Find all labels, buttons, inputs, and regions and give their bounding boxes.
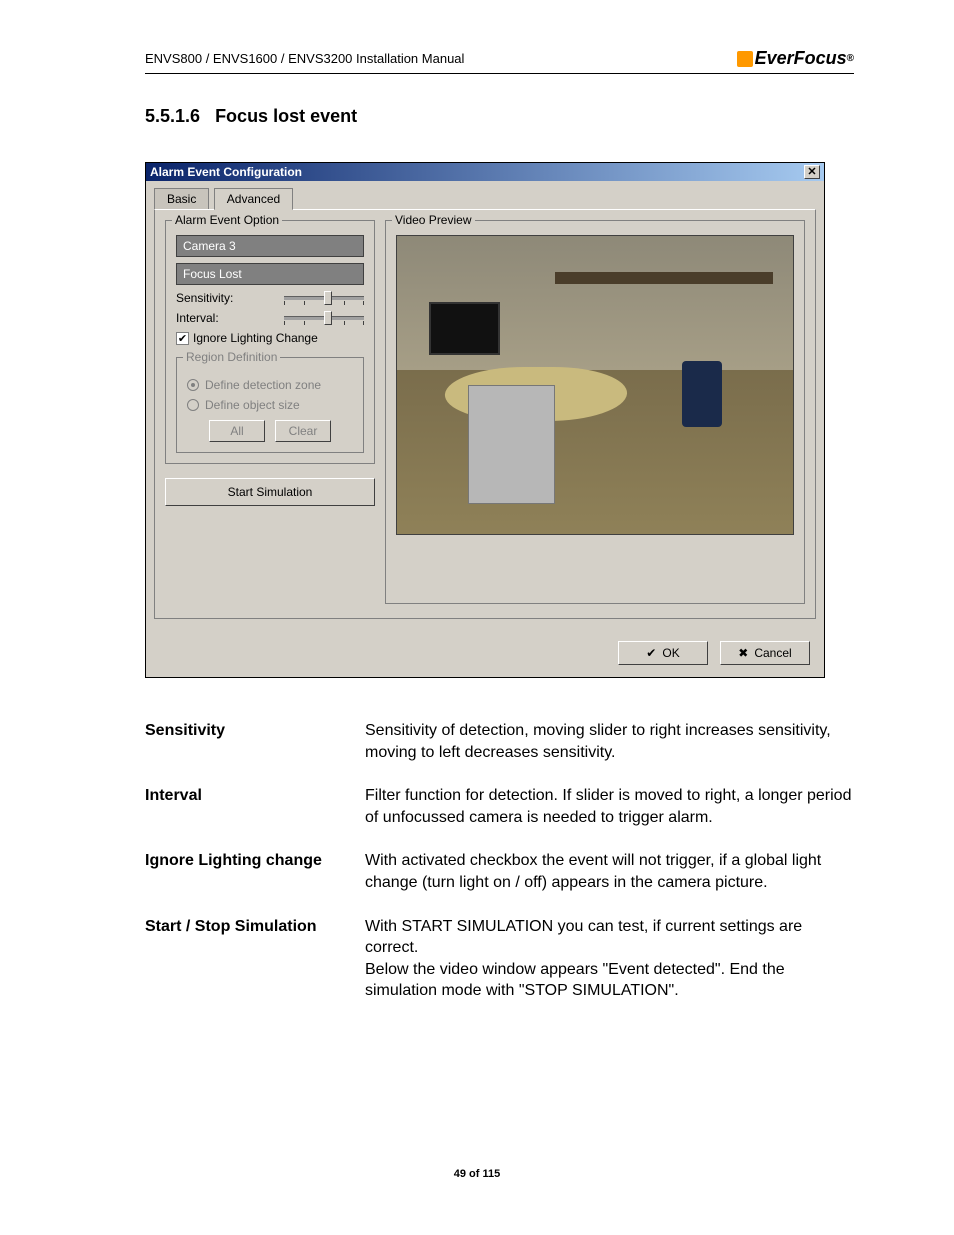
- close-icon[interactable]: ✕: [804, 165, 820, 179]
- alarm-group-legend: Alarm Event Option: [172, 213, 282, 227]
- tab-basic[interactable]: Basic: [154, 188, 209, 209]
- all-button: All: [209, 420, 265, 442]
- def-desc: With START SIMULATION you can test, if c…: [365, 916, 855, 1002]
- interval-label: Interval:: [176, 311, 219, 325]
- clear-button: Clear: [275, 420, 331, 442]
- radio-detection-zone: [187, 379, 199, 391]
- tab-panel-advanced: Alarm Event Option Camera 3 Focus Lost S…: [154, 209, 816, 619]
- sensitivity-slider[interactable]: [284, 296, 364, 300]
- def-desc: Filter function for detection. If slider…: [365, 785, 855, 828]
- def-desc: Sensitivity of detection, moving slider …: [365, 720, 855, 763]
- section-number: 5.5.1.6: [145, 106, 200, 126]
- dialog-titlebar[interactable]: Alarm Event Configuration ✕: [146, 163, 824, 181]
- doc-title: ENVS800 / ENVS1600 / ENVS3200 Installati…: [145, 51, 464, 66]
- event-field[interactable]: Focus Lost: [176, 263, 364, 285]
- sensitivity-label: Sensitivity:: [176, 291, 233, 305]
- section-title: Focus lost event: [215, 106, 357, 126]
- definitions: Sensitivity Sensitivity of detection, mo…: [145, 720, 855, 1024]
- alarm-event-option-group: Alarm Event Option Camera 3 Focus Lost S…: [165, 220, 375, 464]
- ok-button[interactable]: ✔ OK: [618, 641, 708, 665]
- def-term: Start / Stop Simulation: [145, 916, 365, 1002]
- brand-suffix: ®: [847, 53, 854, 64]
- def-row: Sensitivity Sensitivity of detection, mo…: [145, 720, 855, 763]
- page-footer: 49 of 115: [0, 1168, 954, 1180]
- cancel-label: Cancel: [754, 646, 791, 660]
- x-icon: ✖: [738, 646, 748, 660]
- brand-name: EverFocus: [755, 48, 847, 69]
- radio-object-size-label: Define object size: [205, 398, 300, 412]
- start-simulation-button[interactable]: Start Simulation: [165, 478, 375, 506]
- radio-detection-zone-label: Define detection zone: [205, 378, 321, 392]
- alarm-config-dialog: Alarm Event Configuration ✕ Basic Advanc…: [145, 162, 825, 678]
- interval-slider[interactable]: [284, 316, 364, 320]
- def-term: Sensitivity: [145, 720, 365, 763]
- def-term: Interval: [145, 785, 365, 828]
- tab-advanced[interactable]: Advanced: [214, 188, 293, 210]
- section-heading: 5.5.1.6 Focus lost event: [145, 106, 357, 127]
- ignore-lighting-label: Ignore Lighting Change: [193, 331, 318, 345]
- ok-label: OK: [662, 646, 679, 660]
- dialog-footer: ✔ OK ✖ Cancel: [146, 631, 824, 677]
- check-icon: ✔: [646, 646, 656, 660]
- cancel-button[interactable]: ✖ Cancel: [720, 641, 810, 665]
- tabs: Basic Advanced: [154, 187, 816, 209]
- radio-object-size: [187, 399, 199, 411]
- def-row: Interval Filter function for detection. …: [145, 785, 855, 828]
- brand-logo: EverFocus ®: [737, 48, 854, 69]
- def-desc: With activated checkbox the event will n…: [365, 850, 855, 893]
- video-preview-group: Video Preview: [385, 220, 805, 604]
- def-term: Ignore Lighting change: [145, 850, 365, 893]
- dialog-title: Alarm Event Configuration: [150, 165, 302, 179]
- camera-field[interactable]: Camera 3: [176, 235, 364, 257]
- def-row: Start / Stop Simulation With START SIMUL…: [145, 916, 855, 1002]
- ignore-lighting-checkbox[interactable]: ✔: [176, 332, 189, 345]
- region-group-legend: Region Definition: [183, 350, 280, 364]
- brand-logo-icon: [737, 51, 753, 67]
- video-preview-legend: Video Preview: [392, 213, 475, 227]
- region-definition-group: Region Definition Define detection zone …: [176, 357, 364, 453]
- video-preview: [396, 235, 794, 535]
- page-header: ENVS800 / ENVS1600 / ENVS3200 Installati…: [145, 48, 854, 74]
- def-row: Ignore Lighting change With activated ch…: [145, 850, 855, 893]
